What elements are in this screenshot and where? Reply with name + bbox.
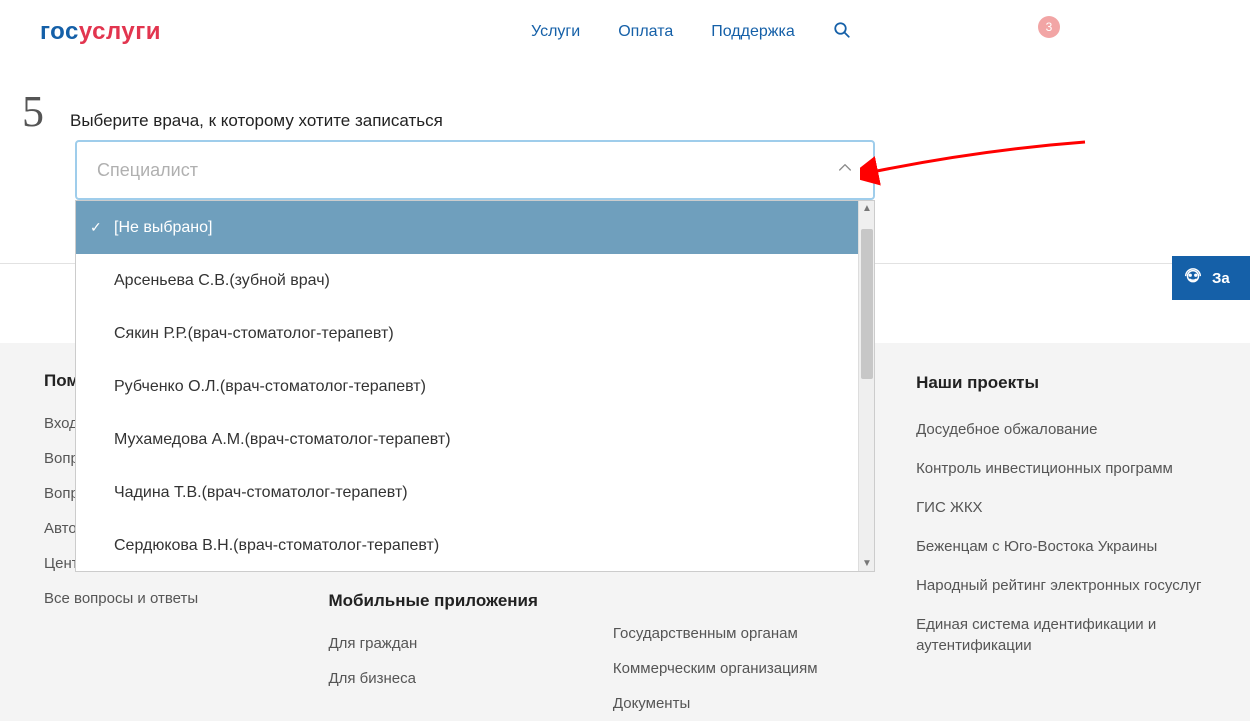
dropdown-scrollbar[interactable]: ▲ ▼	[858, 201, 874, 571]
dropdown-toggle[interactable]: Специалист	[75, 140, 875, 200]
nav-link-support[interactable]: Поддержка	[711, 23, 794, 41]
logo-part2: услуги	[79, 18, 161, 45]
footer-link[interactable]: Коммерческим организациям	[613, 660, 856, 677]
footer-link[interactable]: Народный рейтинг электронных госуслуг	[916, 575, 1206, 596]
footer-link[interactable]: Государственным органам	[613, 625, 856, 642]
footer-col-partners: Государственным органам Коммерческим орг…	[613, 625, 856, 712]
headset-icon	[1182, 267, 1204, 289]
nav-link-services[interactable]: Услуги	[531, 23, 580, 41]
notification-badge[interactable]: 3	[1038, 16, 1060, 38]
ask-tab-label: За	[1212, 270, 1230, 287]
dropdown-option[interactable]: Арсеньева С.В.(зубной врач)	[76, 254, 874, 307]
logo[interactable]: госуслуги	[40, 18, 161, 46]
scroll-down-icon: ▼	[862, 558, 872, 569]
dropdown-option-selected[interactable]: ✓ [Не выбрано]	[76, 201, 874, 254]
dropdown-option-label: Рубченко О.Л.(врач-стоматолог-терапевт)	[114, 378, 426, 396]
dropdown-option-label: Сякин Р.Р.(врач-стоматолог-терапевт)	[114, 325, 394, 343]
scroll-thumb[interactable]	[861, 229, 873, 379]
ask-question-tab[interactable]: За	[1172, 256, 1250, 300]
footer-link[interactable]: Для граждан	[328, 635, 552, 652]
dropdown-option-label: Арсеньева С.В.(зубной врач)	[114, 272, 330, 290]
step-number: 5	[22, 86, 44, 137]
dropdown-option[interactable]: Сякин Р.Р.(врач-стоматолог-терапевт)	[76, 307, 874, 360]
chevron-up-icon	[837, 160, 853, 181]
dropdown-option-label: Сердюкова В.Н.(врач-стоматолог-терапевт)	[114, 537, 439, 555]
footer-link[interactable]: Контроль инвестиционных программ	[916, 458, 1206, 479]
scroll-up-icon: ▲	[862, 203, 872, 214]
nav-link-payment[interactable]: Оплата	[618, 23, 673, 41]
specialist-dropdown: Специалист ✓ [Не выбрано] Арсеньева С.В.…	[75, 140, 875, 572]
footer-link[interactable]: Беженцам с Юго-Востока Украины	[916, 536, 1206, 557]
dropdown-option-label: Мухамедова А.М.(врач-стоматолог-терапевт…	[114, 431, 451, 449]
logo-part1: гос	[40, 18, 79, 45]
dropdown-option-label: [Не выбрано]	[114, 219, 212, 237]
dropdown-placeholder: Специалист	[97, 160, 198, 181]
dropdown-option[interactable]: Рубченко О.Л.(врач-стоматолог-терапевт)	[76, 360, 874, 413]
footer-link[interactable]: Для бизнеса	[328, 670, 552, 687]
annotation-arrow-icon	[860, 130, 1090, 190]
dropdown-option[interactable]: Сердюкова В.Н.(врач-стоматолог-терапевт)	[76, 519, 874, 572]
footer-heading-mobile: Мобильные приложения	[328, 591, 552, 611]
footer-link[interactable]: Все вопросы и ответы	[44, 590, 268, 607]
step-row: 5 Выберите врача, к которому хотите запи…	[0, 56, 1250, 137]
dropdown-option[interactable]: Мухамедова А.М.(врач-стоматолог-терапевт…	[76, 413, 874, 466]
dropdown-list: ✓ [Не выбрано] Арсеньева С.В.(зубной вра…	[75, 200, 875, 572]
footer-col-projects: Наши проекты Досудебное обжалование Конт…	[916, 371, 1206, 656]
header: госуслуги Услуги Оплата Поддержка 3	[0, 0, 1250, 56]
check-icon: ✓	[90, 219, 102, 236]
dropdown-option[interactable]: Чадина Т.В.(врач-стоматолог-терапевт)	[76, 466, 874, 519]
step-title: Выберите врача, к которому хотите записа…	[70, 111, 443, 131]
footer-link[interactable]: Досудебное обжалование	[916, 419, 1206, 440]
search-icon[interactable]	[833, 21, 851, 44]
footer-col-mobile: Мобильные приложения Для граждан Для биз…	[328, 591, 552, 687]
footer-heading-projects: Наши проекты	[916, 371, 1206, 395]
nav: Услуги Оплата Поддержка	[531, 21, 851, 44]
footer-link[interactable]: Единая система идентификации и аутентифи…	[916, 614, 1206, 656]
footer-link[interactable]: ГИС ЖКХ	[916, 497, 1206, 518]
footer-link[interactable]: Документы	[613, 695, 856, 712]
dropdown-option-label: Чадина Т.В.(врач-стоматолог-терапевт)	[114, 484, 408, 502]
